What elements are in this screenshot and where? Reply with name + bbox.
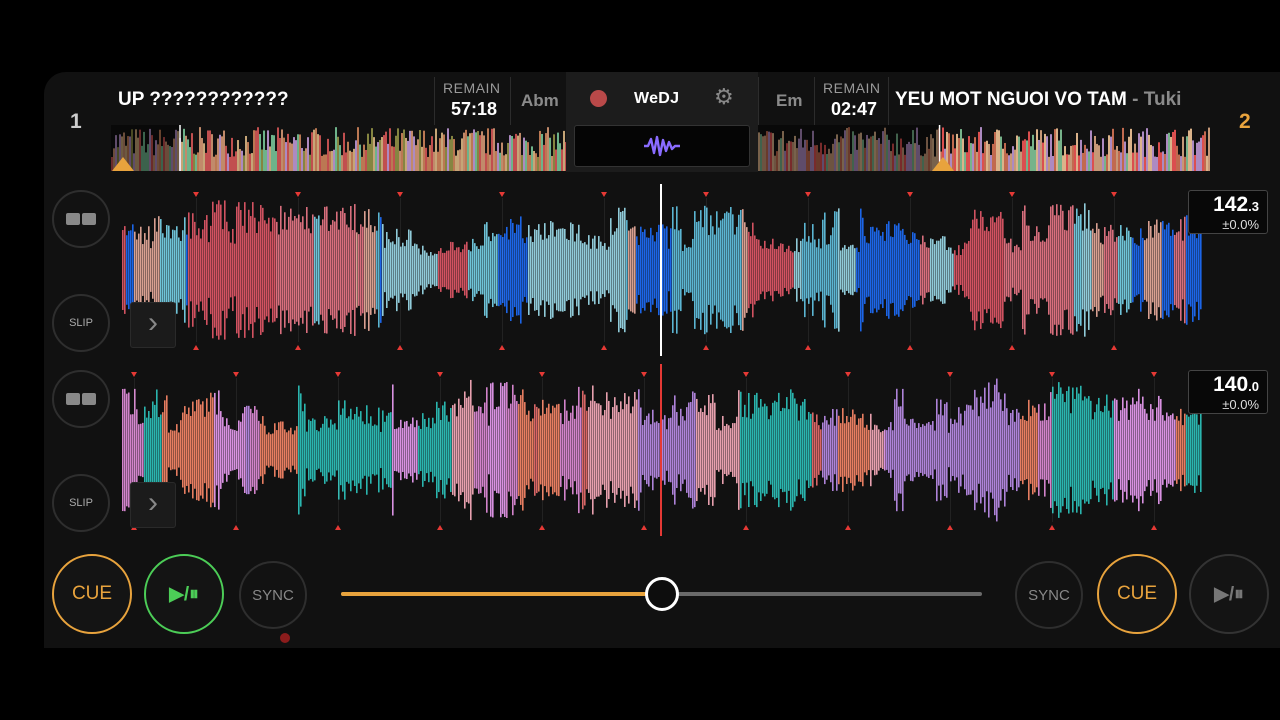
deck1-remain-label: REMAIN [443,80,501,96]
crossfader-knob[interactable] [644,577,679,611]
deck1-bpm-display[interactable]: 142.3 ±0.0% [1188,190,1268,234]
deck2-play-pause-button[interactable]: ▶/⏸ [1189,554,1269,634]
deck2-remain-time[interactable]: 02:47 [831,99,877,120]
deck1-remain-time[interactable]: 57:18 [451,99,497,120]
deck2-overview-waveform[interactable] [758,125,1210,171]
play-pause-icon: ▶/⏸ [169,583,199,605]
deck1-play-pause-button[interactable]: ▶/⏸ [144,554,224,634]
gear-icon[interactable]: ⚙ [714,86,734,108]
deck2-number: 2 [1239,110,1251,133]
deck1-sync-label: SYNC [252,586,294,604]
deck1-cue-button[interactable]: CUE [52,554,132,634]
deck2-title-text: YEU MOT NGUOI VO TAM [895,89,1127,110]
app-brand: WeDJ [634,90,680,107]
deck1-waveform[interactable] [118,184,1208,356]
waveform-icon [644,135,680,157]
deck1-number: 1 [70,110,82,133]
deck2-cue-button[interactable]: CUE [1097,554,1177,634]
deck1-pitch: ±0.0% [1222,217,1259,232]
deck1-bpm-value: 142 [1213,193,1249,216]
deck2-bpm-display[interactable]: 140.0 ±0.0% [1188,370,1268,414]
deck1-track-title[interactable]: UP ???????????? [118,89,428,111]
wedj-app: 1 UP ???????????? REMAIN 57:18 Abm WeDJ … [44,72,1280,648]
crossfader-fill [341,592,662,596]
record-icon[interactable] [590,90,607,107]
deck2-slip-label: SLIP [69,497,93,509]
deck1-key[interactable]: Abm [521,91,559,111]
dual-view-icon [66,393,96,405]
deck2-bpm-decimal: .0 [1248,379,1259,394]
deck2-bpm-value: 140 [1213,373,1249,396]
deck1-sync-indicator [280,633,290,643]
waveform-view-button[interactable] [574,125,750,167]
deck2-waveform[interactable] [118,364,1208,536]
deck2-track-title[interactable]: YEU MOT NGUOI VO TAM - Tuki [895,89,1201,111]
deck2-sync-label: SYNC [1028,586,1070,604]
deck2-title-separator: - [1126,89,1144,110]
deck1-chevron-right-icon[interactable]: › [130,302,176,348]
deck1-overview-waveform[interactable] [111,125,566,171]
deck2-pitch: ±0.0% [1222,397,1259,412]
deck2-sync-button[interactable]: SYNC [1015,561,1083,629]
deck1-slip-button[interactable]: SLIP [52,294,110,352]
deck1-slip-label: SLIP [69,317,93,329]
deck2-artist: Tuki [1143,89,1182,110]
deck2-key[interactable]: Em [776,91,802,111]
deck2-slip-button[interactable]: SLIP [52,474,110,532]
deck1-sync-button[interactable]: SYNC [239,561,307,629]
deck1-dual-view-button[interactable] [52,190,110,248]
deck2-cue-label: CUE [1116,583,1158,604]
deck1-bpm-decimal: .3 [1248,199,1259,214]
deck2-remain-label: REMAIN [823,80,881,96]
deck2-dual-view-button[interactable] [52,370,110,428]
deck1-cue-label: CUE [71,583,113,604]
play-pause-icon: ▶/⏸ [1214,583,1244,605]
deck2-chevron-right-icon[interactable]: › [130,482,176,528]
dual-view-icon [66,213,96,225]
